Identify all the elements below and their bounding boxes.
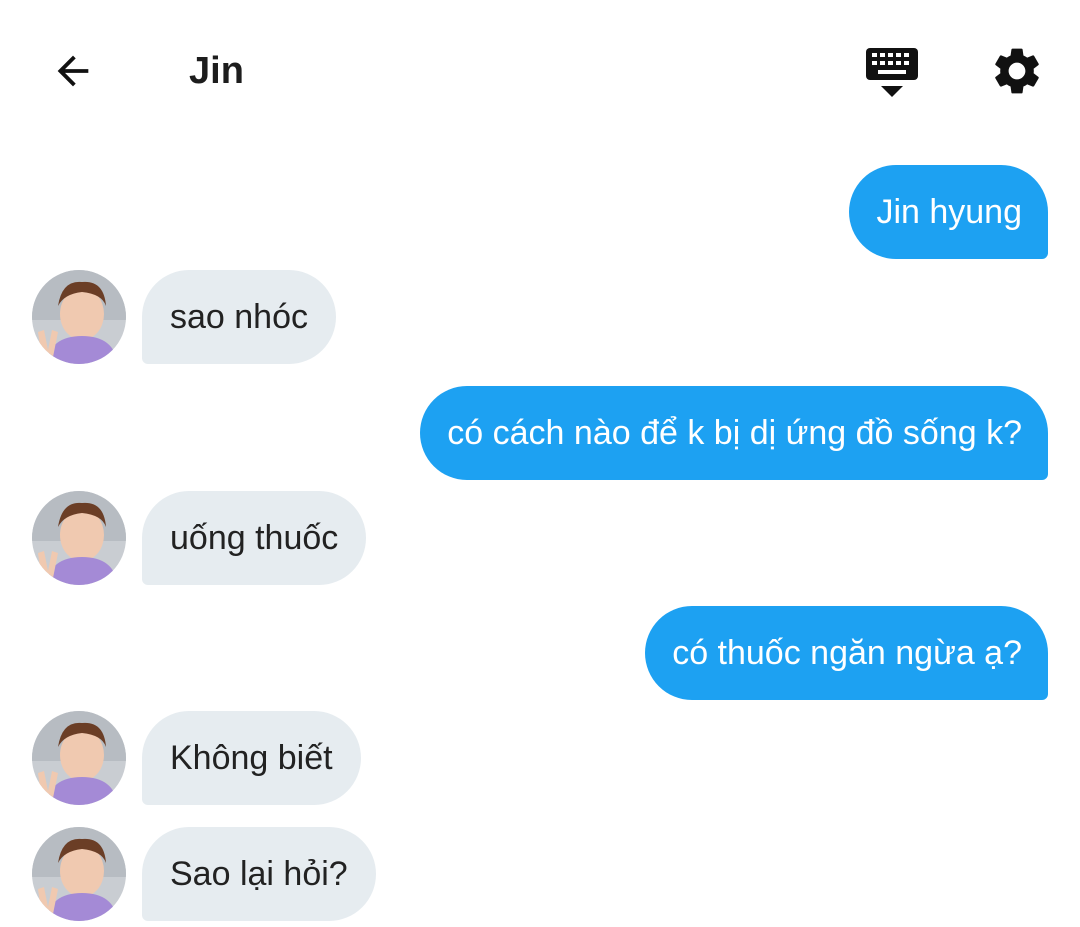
avatar[interactable] bbox=[32, 491, 126, 585]
avatar[interactable] bbox=[32, 711, 126, 805]
back-button[interactable] bbox=[48, 46, 98, 96]
message-bubble-incoming[interactable]: uống thuốc bbox=[142, 491, 367, 585]
message-bubble-incoming[interactable]: Không biết bbox=[142, 711, 361, 805]
arrow-left-icon bbox=[57, 55, 89, 87]
settings-button[interactable] bbox=[986, 40, 1048, 102]
message-bubble-outgoing[interactable]: có thuốc ngăn ngừa ạ? bbox=[645, 606, 1048, 700]
message-bubble-outgoing[interactable]: Jin hyung bbox=[849, 165, 1048, 259]
keyboard-hide-icon bbox=[866, 48, 918, 97]
conversation-title: Jin bbox=[189, 50, 244, 92]
avatar[interactable] bbox=[32, 827, 126, 921]
avatar[interactable] bbox=[32, 270, 126, 364]
message-bubble-incoming[interactable]: sao nhóc bbox=[142, 270, 336, 364]
message-bubble-incoming[interactable]: Sao lại hỏi? bbox=[142, 827, 376, 921]
gear-icon bbox=[995, 48, 1039, 94]
message-bubble-outgoing[interactable]: có cách nào để k bị dị ứng đồ sống k? bbox=[420, 386, 1048, 480]
keyboard-button[interactable] bbox=[860, 40, 924, 104]
chat-header: Jin bbox=[0, 0, 1080, 140]
